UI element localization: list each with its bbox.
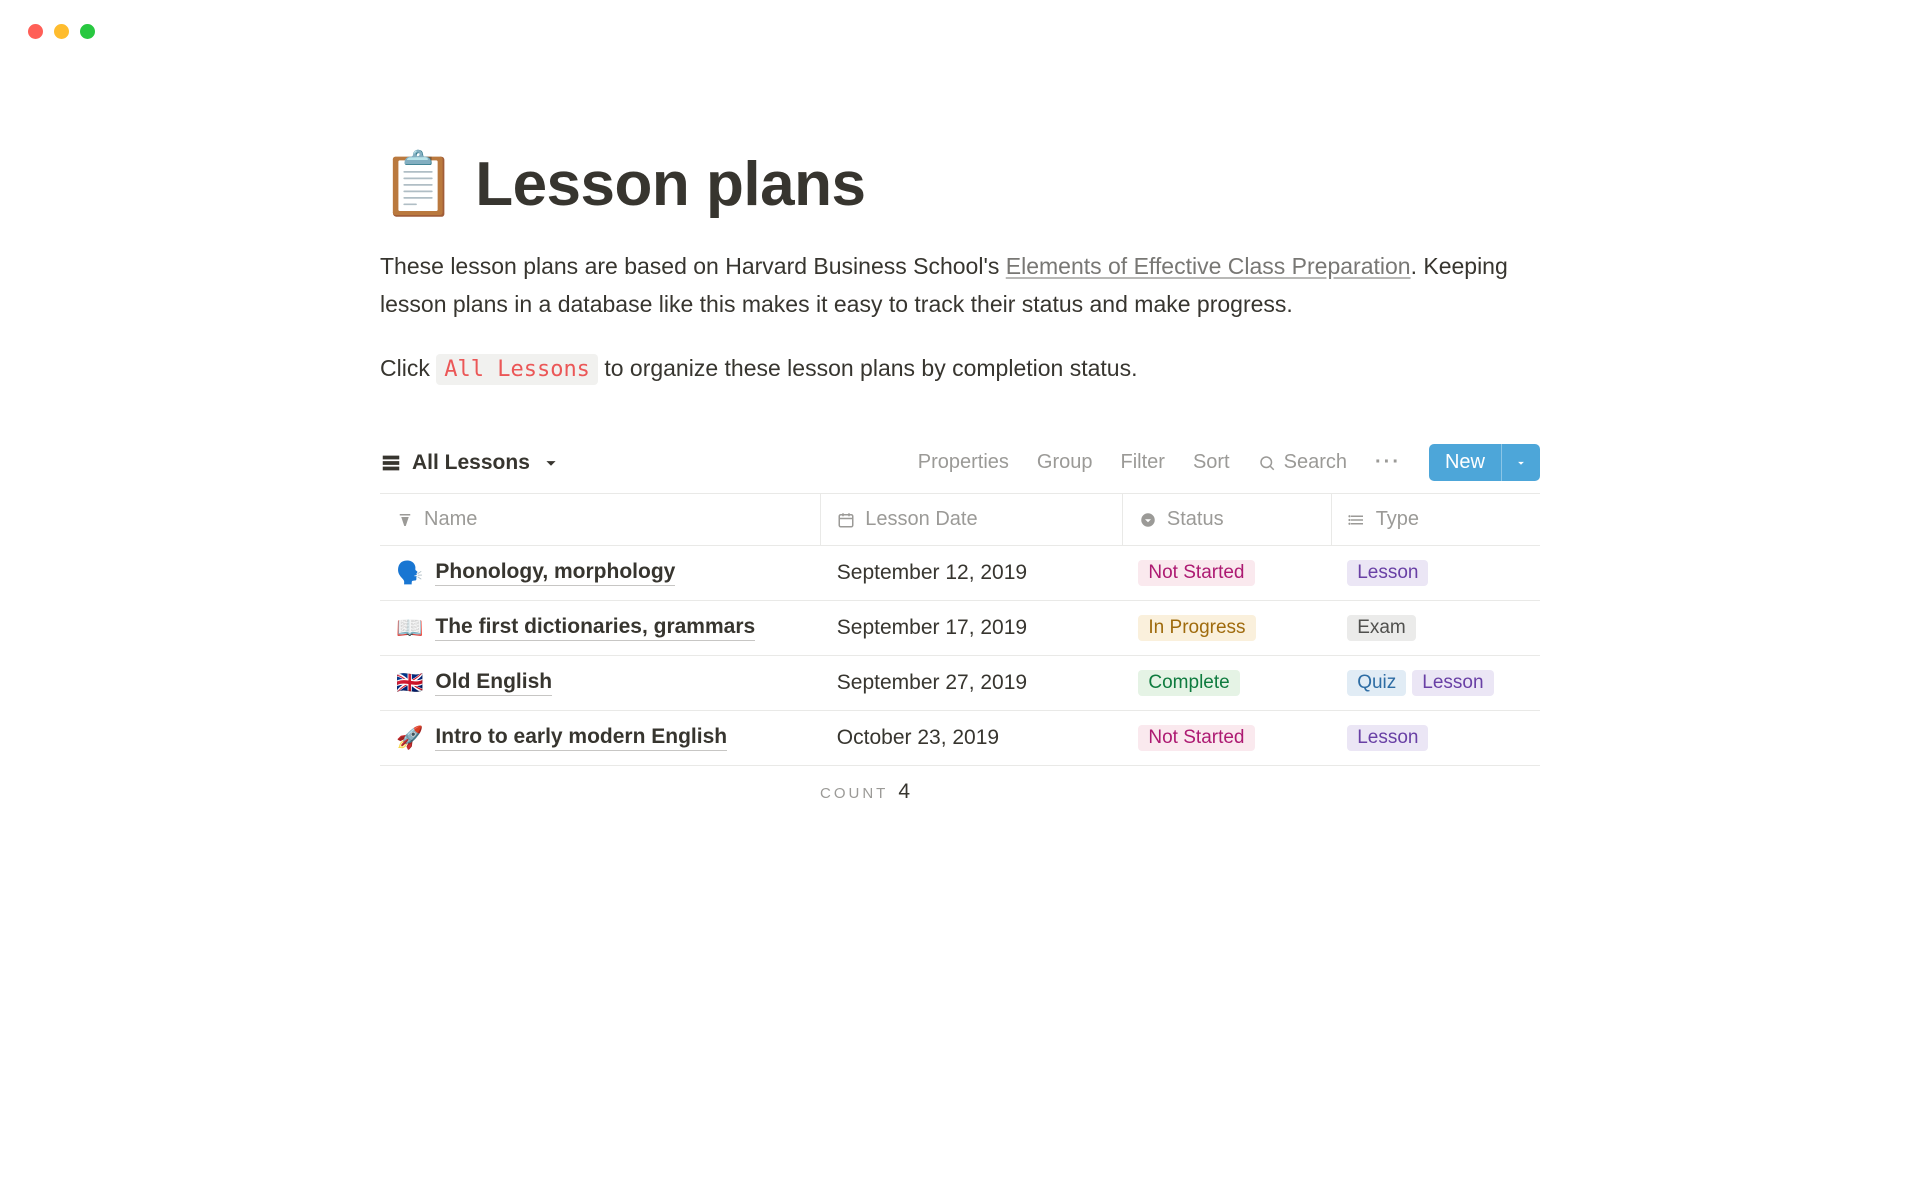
column-status-label: Status [1167,508,1224,531]
table-row[interactable]: 📖 The first dictionaries, grammars Septemb… [380,601,1540,656]
row-type-cell[interactable]: Lesson [1331,711,1540,766]
row-status-cell[interactable]: In Progress [1122,601,1331,656]
column-date-label: Lesson Date [865,508,977,531]
new-button-dropdown[interactable] [1501,444,1540,481]
row-title[interactable]: Phonology, morphology [435,560,675,586]
sort-button[interactable]: Sort [1193,451,1230,474]
row-date-cell[interactable]: September 27, 2019 [821,656,1123,711]
row-status-cell[interactable]: Complete [1122,656,1331,711]
column-header-type[interactable]: Type [1331,494,1540,546]
type-badge: Quiz [1347,670,1406,696]
date-property-icon [837,511,855,529]
row-name-cell[interactable]: 🚀 Intro to early modern English [396,725,805,751]
table-footer: count 4 [380,766,1540,804]
status-badge: Not Started [1138,560,1254,586]
window-traffic-lights [0,0,1920,39]
row-emoji-icon: 🚀 [396,725,423,751]
search-button[interactable]: Search [1258,451,1347,474]
instruction-chip: All Lessons [436,354,598,385]
type-badge: Lesson [1347,725,1428,751]
more-options-button[interactable]: ··· [1375,451,1401,474]
row-type-cell[interactable]: QuizLesson [1331,656,1540,711]
chevron-down-icon [1514,456,1528,470]
row-title[interactable]: The first dictionaries, grammars [435,615,755,641]
instruction-suffix: to organize these lesson plans by comple… [604,355,1137,381]
page-icon[interactable]: 📋 [380,154,457,216]
row-emoji-icon: 🇬🇧 [396,670,423,696]
description-prefix: These lesson plans are based on Harvard … [380,253,1006,279]
row-date-cell[interactable]: September 17, 2019 [821,601,1123,656]
chevron-down-icon [540,452,562,474]
type-badge: Lesson [1347,560,1428,586]
row-title[interactable]: Intro to early modern English [435,725,727,751]
close-window-button[interactable] [28,24,43,39]
new-button-label: New [1429,444,1501,481]
row-name-cell[interactable]: 🗣️ Phonology, morphology [396,560,805,586]
instruction-prefix: Click [380,355,436,381]
select-property-icon [1139,511,1157,529]
row-name-cell[interactable]: 📖 The first dictionaries, grammars [396,615,805,641]
table-row[interactable]: 🚀 Intro to early modern English October 23… [380,711,1540,766]
group-button[interactable]: Group [1037,451,1093,474]
row-type-cell[interactable]: Exam [1331,601,1540,656]
table-row[interactable]: 🗣️ Phonology, morphology September 12, 201… [380,546,1540,601]
multiselect-property-icon [1348,511,1366,529]
page-description: These lesson plans are based on Harvard … [380,248,1540,324]
minimize-window-button[interactable] [54,24,69,39]
row-date-cell[interactable]: September 12, 2019 [821,546,1123,601]
table-view-icon [380,452,402,474]
search-label: Search [1284,451,1347,474]
column-header-name[interactable]: Name [380,494,821,546]
row-status-cell[interactable]: Not Started [1122,546,1331,601]
database-toolbar: All Lessons Properties Group Filter Sort… [380,444,1540,494]
type-badge: Exam [1347,615,1416,641]
row-status-cell[interactable]: Not Started [1122,711,1331,766]
search-icon [1258,454,1276,472]
new-button[interactable]: New [1429,444,1540,481]
view-selector[interactable]: All Lessons [380,451,562,475]
row-title[interactable]: Old English [435,670,552,696]
row-emoji-icon: 📖 [396,615,423,641]
page-title[interactable]: Lesson plans [475,149,865,220]
count-value: 4 [898,780,910,804]
status-badge: Complete [1138,670,1239,696]
row-type-cell[interactable]: Lesson [1331,546,1540,601]
row-name-cell[interactable]: 🇬🇧 Old English [396,670,805,696]
table-row[interactable]: 🇬🇧 Old English September 27, 2019 Complete Q… [380,656,1540,711]
column-name-label: Name [424,508,477,531]
column-header-date[interactable]: Lesson Date [821,494,1123,546]
type-badge: Lesson [1412,670,1493,696]
maximize-window-button[interactable] [80,24,95,39]
view-label: All Lessons [412,451,530,475]
row-emoji-icon: 🗣️ [396,560,423,586]
column-header-status[interactable]: Status [1122,494,1331,546]
status-badge: In Progress [1138,615,1255,641]
filter-button[interactable]: Filter [1120,451,1164,474]
page-header: 📋 Lesson plans [380,149,1540,220]
text-property-icon [396,511,414,529]
column-type-label: Type [1376,508,1419,531]
properties-button[interactable]: Properties [918,451,1009,474]
status-badge: Not Started [1138,725,1254,751]
instruction-text: Click All Lessons to organize these less… [380,350,1540,388]
lessons-table: Name Lesson Date Status [380,494,1540,766]
count-label: count [820,785,888,802]
row-date-cell[interactable]: October 23, 2019 [821,711,1123,766]
description-link[interactable]: Elements of Effective Class Preparation [1006,253,1411,279]
